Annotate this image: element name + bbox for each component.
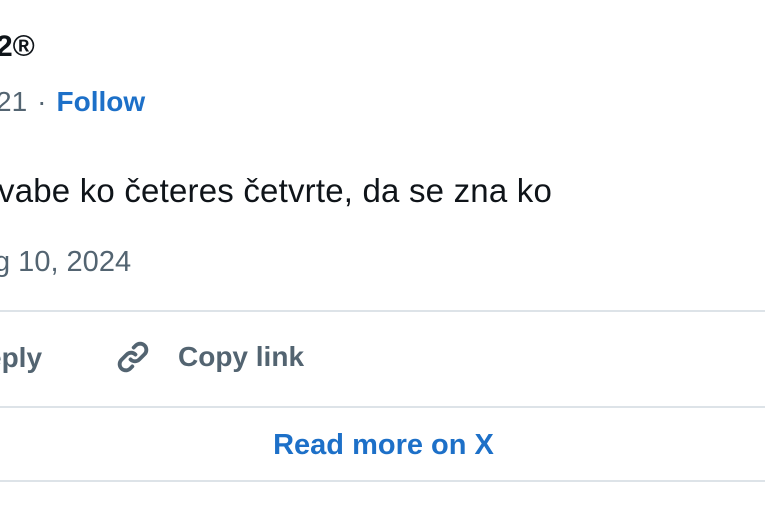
meta-separator: ·	[37, 86, 47, 117]
tweet-timestamp[interactable]: g 10, 2024	[0, 246, 131, 279]
author-display-name[interactable]: 2®	[0, 30, 35, 64]
follow-button[interactable]: Follow	[56, 86, 145, 118]
tweet-actions: eply Copy link	[0, 312, 765, 406]
tweet-embed-card: 2® 21 · Follow vabe ko četeres četvrte, …	[0, 0, 765, 510]
author-handle[interactable]: 21	[0, 86, 27, 118]
divider	[0, 406, 765, 408]
tweet-text: vabe ko četeres četvrte, da se zna ko	[0, 172, 553, 209]
reply-button[interactable]: eply	[0, 342, 42, 374]
copy-link-button[interactable]: Copy link	[112, 336, 304, 378]
author-meta-row: 21 · Follow	[0, 86, 145, 118]
link-icon	[112, 336, 154, 378]
read-more-button[interactable]: Read more on X	[0, 410, 765, 480]
read-more-label: Read more on X	[273, 428, 494, 461]
divider	[0, 480, 765, 482]
copy-link-label: Copy link	[178, 341, 305, 372]
